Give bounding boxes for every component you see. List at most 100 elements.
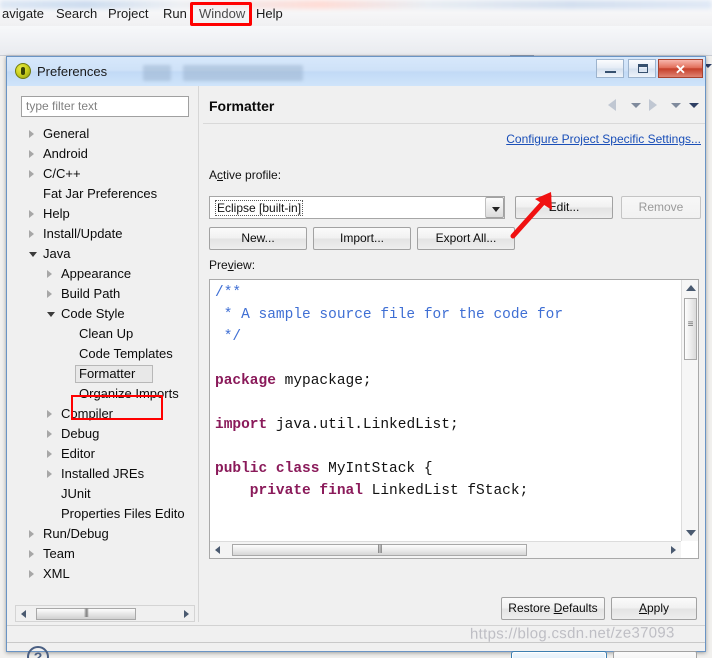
scroll-right-icon[interactable] — [671, 546, 676, 554]
panel-divider[interactable] — [198, 86, 199, 622]
tree-item-code-style[interactable]: Code Style — [15, 304, 195, 324]
pane-title-divider — [203, 123, 705, 124]
menu-item-navigate[interactable]: avigate — [2, 6, 44, 21]
scroll-thumb[interactable] — [36, 607, 136, 620]
code-line-comment: */ — [215, 329, 242, 345]
tree-item-code-templates[interactable]: Code Templates — [15, 344, 195, 364]
tree-item-label: Build Path — [61, 286, 121, 301]
tree-item-build-path[interactable]: Build Path — [15, 284, 195, 304]
chevron-right-icon[interactable] — [47, 290, 52, 298]
cancel-button[interactable]: Cancel — [613, 651, 697, 658]
tree-horizontal-scrollbar[interactable] — [15, 605, 195, 622]
menu-item-help[interactable]: Help — [256, 6, 283, 21]
menu-blur-strip — [0, 0, 712, 9]
preferences-tree[interactable]: General Android C/C++ Fat Jar Preference… — [15, 124, 195, 594]
chevron-down-icon[interactable] — [47, 312, 55, 317]
tree-item-label: Run/Debug — [43, 526, 109, 541]
formatter-red-highlight — [71, 395, 163, 420]
code-plain: LinkedList fStack; — [362, 483, 529, 499]
tree-item-java[interactable]: Java — [15, 244, 195, 264]
scroll-down-icon[interactable] — [686, 530, 696, 536]
tree-item-android[interactable]: Android — [15, 144, 195, 164]
chevron-right-icon[interactable] — [29, 130, 34, 138]
scroll-left-icon[interactable] — [215, 546, 220, 554]
tree-item-appearance[interactable]: Appearance — [15, 264, 195, 284]
ide-menu-bar: avigate Search Project Run Window Help — [0, 0, 712, 27]
menu-item-run[interactable]: Run — [163, 6, 187, 21]
filter-input[interactable]: type filter text — [21, 96, 189, 117]
chevron-right-icon[interactable] — [47, 270, 52, 278]
chevron-right-icon[interactable] — [47, 450, 52, 458]
chevron-right-icon[interactable] — [29, 570, 34, 578]
tree-item-label: C/C++ — [43, 166, 81, 181]
chevron-right-icon[interactable] — [29, 230, 34, 238]
code-plain: mypackage; — [275, 373, 372, 389]
tree-item-run-debug[interactable]: Run/Debug — [15, 524, 195, 544]
chevron-down-icon[interactable] — [29, 252, 37, 257]
view-menu-caret-icon[interactable] — [689, 103, 699, 108]
ok-button[interactable]: OK — [511, 651, 607, 658]
chevron-right-icon[interactable] — [47, 410, 52, 418]
scroll-right-icon[interactable] — [184, 610, 189, 618]
chevron-down-icon[interactable] — [485, 197, 504, 218]
remove-button: Remove — [621, 196, 701, 219]
tree-item-clean-up[interactable]: Clean Up — [15, 324, 195, 344]
tree-item-editor[interactable]: Editor — [15, 444, 195, 464]
tree-item-help[interactable]: Help — [15, 204, 195, 224]
tree-item-label: JUnit — [61, 486, 91, 501]
export-all-button[interactable]: Export All... — [417, 227, 515, 250]
forward-navigation-icon[interactable] — [649, 99, 657, 111]
scroll-thumb[interactable] — [684, 298, 697, 360]
dialog-title-bar[interactable]: Preferences ✕ — [7, 57, 705, 87]
forward-history-caret-icon[interactable] — [671, 103, 681, 108]
tree-item-debug[interactable]: Debug — [15, 424, 195, 444]
chevron-right-icon[interactable] — [29, 150, 34, 158]
chevron-right-icon[interactable] — [29, 550, 34, 558]
background-tab-ghost — [143, 65, 171, 81]
help-button[interactable]: ? — [27, 646, 49, 658]
scroll-thumb[interactable] — [232, 543, 527, 556]
preview-vertical-scrollbar[interactable] — [681, 280, 698, 541]
tree-item-formatter[interactable]: Formatter — [15, 364, 195, 384]
tree-item-junit[interactable]: JUnit — [15, 484, 195, 504]
code-preview-box[interactable]: /** * A sample source file for the code … — [209, 279, 699, 559]
tree-item-cpp[interactable]: C/C++ — [15, 164, 195, 184]
import-button[interactable]: Import... — [313, 227, 411, 250]
back-navigation-icon[interactable] — [608, 99, 616, 111]
scroll-left-icon[interactable] — [21, 610, 26, 618]
active-profile-combo[interactable]: Eclipse [built-in] — [209, 196, 505, 219]
tree-item-team[interactable]: Team — [15, 544, 195, 564]
preview-label: Preview: — [209, 258, 256, 272]
tree-item-fat-jar-preferences[interactable]: Fat Jar Preferences — [15, 184, 195, 204]
code-keyword: package — [215, 373, 276, 389]
preview-horizontal-scrollbar[interactable] — [210, 541, 681, 558]
code-plain: java.util.LinkedList; — [267, 417, 459, 433]
tree-item-xml[interactable]: XML — [15, 564, 195, 584]
chevron-right-icon[interactable] — [47, 470, 52, 478]
scroll-up-icon[interactable] — [686, 285, 696, 291]
tree-item-general[interactable]: General — [15, 124, 195, 144]
eclipse-logo-icon — [15, 63, 31, 79]
menu-item-project[interactable]: Project — [108, 6, 148, 21]
ide-toolbar: a G — [0, 26, 712, 79]
tree-item-label: Editor — [61, 446, 95, 461]
apply-button[interactable]: Apply — [611, 597, 697, 620]
configure-project-specific-settings-link[interactable]: Configure Project Specific Settings... — [506, 132, 701, 146]
menu-item-search[interactable]: Search — [56, 6, 97, 21]
chevron-right-icon[interactable] — [29, 530, 34, 538]
tree-item-installed-jres[interactable]: Installed JREs — [15, 464, 195, 484]
close-button[interactable]: ✕ — [658, 59, 703, 78]
back-history-caret-icon[interactable] — [631, 103, 641, 108]
tree-item-install-update[interactable]: Install/Update — [15, 224, 195, 244]
tree-item-properties-files-editor[interactable]: Properties Files Edito — [15, 504, 195, 524]
maximize-button[interactable] — [628, 59, 656, 78]
new-button[interactable]: New... — [209, 227, 307, 250]
chevron-right-icon[interactable] — [29, 210, 34, 218]
active-profile-label: Active profile: — [209, 168, 282, 182]
active-profile-value: Eclipse [built-in] — [215, 200, 304, 216]
chevron-right-icon[interactable] — [29, 170, 34, 178]
restore-defaults-button[interactable]: Restore Defaults — [501, 597, 605, 620]
chevron-right-icon[interactable] — [47, 430, 52, 438]
minimize-button[interactable] — [596, 59, 624, 78]
dialog-title: Preferences — [37, 64, 108, 79]
